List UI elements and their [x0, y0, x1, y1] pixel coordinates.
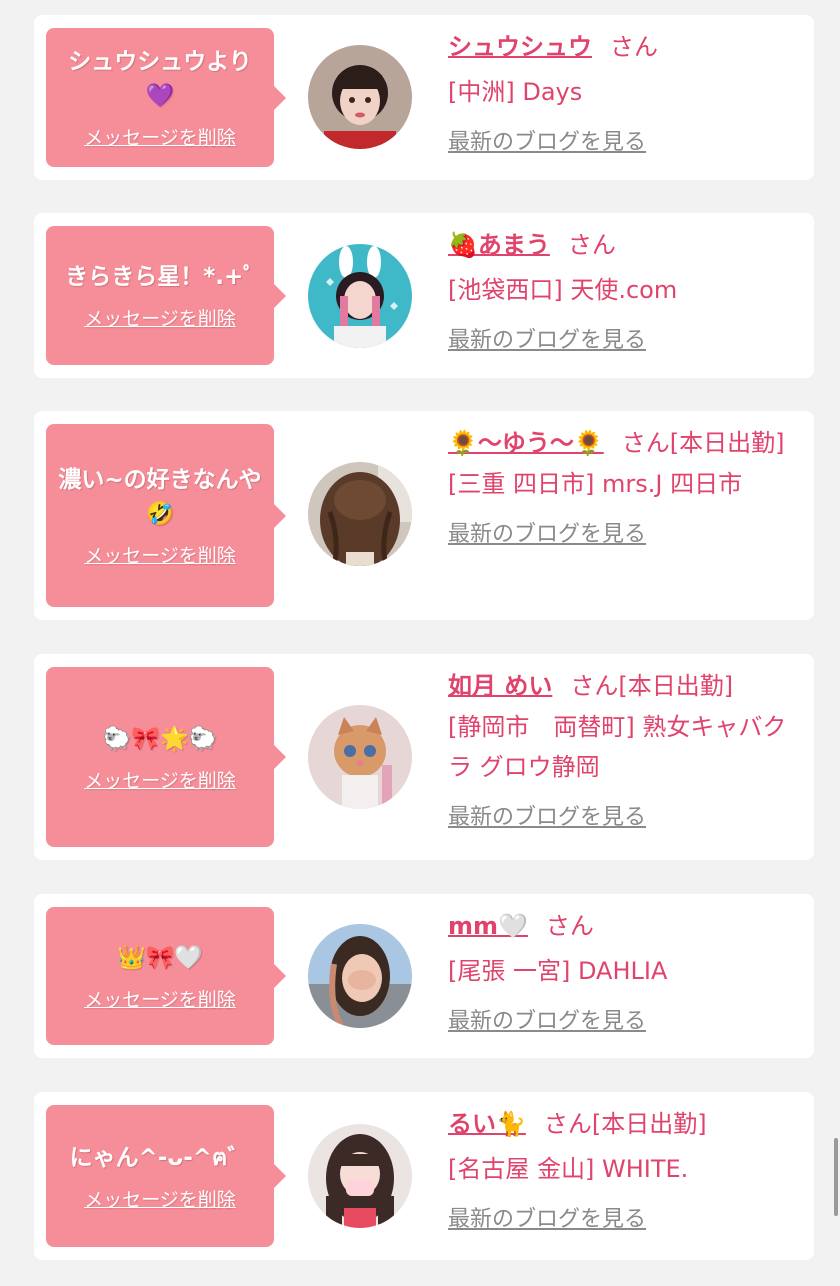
- message-bubble: 🐑🎀🌟🐑 メッセージを削除: [46, 667, 286, 847]
- shop-text: [静岡市 両替町] 熟女キャバクラ グロウ静岡: [448, 713, 787, 781]
- shop-text: [中洲] Days: [448, 78, 583, 106]
- shop-text: [名古屋 金山] WHITE.: [448, 1155, 689, 1183]
- girl-name-link[interactable]: mm🤍: [448, 912, 528, 940]
- girl-name-link[interactable]: 🌻〜ゆう〜🌻: [448, 429, 604, 457]
- avatar[interactable]: [308, 924, 412, 1028]
- girl-info: 如月 めい さん[本日出勤] [静岡市 両替町] 熟女キャバクラ グロウ静岡 最新…: [448, 666, 800, 831]
- message-bubble: 👑🎀🤍 メッセージを削除: [46, 907, 286, 1045]
- delete-message-link[interactable]: メッセージを削除: [84, 304, 236, 331]
- honorific: さん[本日出勤]: [621, 429, 785, 457]
- girl-name-link[interactable]: 如月 めい: [448, 672, 552, 700]
- honorific: さん: [610, 33, 658, 61]
- message-bubble: にゃん^-ᴗ-^ฅ゛ メッセージを削除: [46, 1105, 286, 1247]
- honorific: さん: [545, 912, 594, 940]
- girl-info: シュウシュウ さん [中洲] Days 最新のブログを見る: [448, 27, 800, 156]
- name-line: 🌻〜ゆう〜🌻 さん[本日出勤]: [448, 423, 800, 464]
- delete-message-link[interactable]: メッセージを削除: [84, 123, 236, 150]
- girl-name-link[interactable]: るい🐈: [448, 1110, 526, 1138]
- honorific: さん: [567, 231, 616, 259]
- delete-message-link[interactable]: メッセージを削除: [84, 1185, 236, 1212]
- girl-info: 🌻〜ゆう〜🌻 さん[本日出勤] [三重 四日市] mrs.J 四日市 最新のブログ…: [448, 423, 800, 548]
- latest-blog-link[interactable]: 最新のブログを見る: [448, 124, 646, 156]
- avatar[interactable]: [308, 244, 412, 348]
- message-text: 👑🎀🤍: [117, 944, 203, 971]
- name-line: 🍓あまう さん: [448, 225, 800, 266]
- message-card: 🐑🎀🌟🐑 メッセージを削除 如月 めい さん[本日出勤] [静岡市 両替町] 熟女…: [34, 654, 814, 860]
- message-text: きらきら星！*.+ﾟ: [65, 264, 255, 290]
- message-bubble: きらきら星！*.+ﾟ メッセージを削除: [46, 226, 286, 365]
- girl-info: mm🤍 さん [尾張 一宮] DAHLIA 最新のブログを見る: [448, 906, 800, 1035]
- girl-name-link[interactable]: 🍓あまう: [448, 231, 550, 259]
- shop-text: [池袋西口] 天使.com: [448, 276, 678, 304]
- message-bubble: シュウシュウより💜 メッセージを削除: [46, 28, 286, 167]
- latest-blog-link[interactable]: 最新のブログを見る: [448, 1003, 646, 1035]
- name-line: シュウシュウ さん: [448, 27, 800, 68]
- message-text: にゃん^-ᴗ-^ฅ゛: [69, 1144, 251, 1171]
- shop-text: [三重 四日市] mrs.J 四日市: [448, 470, 743, 498]
- latest-blog-link[interactable]: 最新のブログを見る: [448, 516, 646, 548]
- message-card: にゃん^-ᴗ-^ฅ゛ メッセージを削除 るい🐈 さん[本日出勤] [名古屋 金山]…: [34, 1092, 814, 1260]
- honorific: さん[本日出勤]: [570, 672, 734, 700]
- message-card: 濃い~の好きなんや🤣 メッセージを削除 🌻〜ゆう〜🌻 さん[本日出勤] [三重 四…: [34, 411, 814, 620]
- delete-message-link[interactable]: メッセージを削除: [84, 985, 236, 1012]
- name-line: mm🤍 さん: [448, 906, 800, 947]
- latest-blog-link[interactable]: 最新のブログを見る: [448, 799, 646, 831]
- delete-message-link[interactable]: メッセージを削除: [84, 766, 236, 793]
- message-card: シュウシュウより💜 メッセージを削除 シュウシュウ さん [中洲] Days 最新…: [34, 15, 814, 180]
- message-text: 濃い~の好きなんや🤣: [58, 467, 262, 527]
- avatar[interactable]: [308, 462, 412, 566]
- girl-info: 🍓あまう さん [池袋西口] 天使.com 最新のブログを見る: [448, 225, 800, 354]
- latest-blog-link[interactable]: 最新のブログを見る: [448, 1201, 646, 1233]
- latest-blog-link[interactable]: 最新のブログを見る: [448, 322, 646, 354]
- honorific: さん[本日出勤]: [543, 1110, 707, 1138]
- girl-name-link[interactable]: シュウシュウ: [448, 33, 592, 61]
- message-card: きらきら星！*.+ﾟ メッセージを削除 🍓あまう さん [池袋西口] 天使.com: [34, 213, 814, 378]
- name-line: 如月 めい さん[本日出勤]: [448, 666, 800, 707]
- avatar[interactable]: [308, 1124, 412, 1228]
- scrollbar[interactable]: [834, 1138, 838, 1216]
- message-text: 🐑🎀🌟🐑: [102, 725, 218, 752]
- message-card: 👑🎀🤍 メッセージを削除 mm🤍 さん [尾張 一宮] DAHLIA 最新のブログ…: [34, 894, 814, 1058]
- delete-message-link[interactable]: メッセージを削除: [84, 541, 236, 568]
- name-line: るい🐈 さん[本日出勤]: [448, 1104, 800, 1145]
- message-text: シュウシュウより💜: [68, 49, 252, 109]
- shop-text: [尾張 一宮] DAHLIA: [448, 957, 668, 985]
- avatar[interactable]: [308, 705, 412, 809]
- message-bubble: 濃い~の好きなんや🤣 メッセージを削除: [46, 424, 286, 607]
- avatar[interactable]: [308, 45, 412, 149]
- girl-info: るい🐈 さん[本日出勤] [名古屋 金山] WHITE. 最新のブログを見る: [448, 1104, 800, 1233]
